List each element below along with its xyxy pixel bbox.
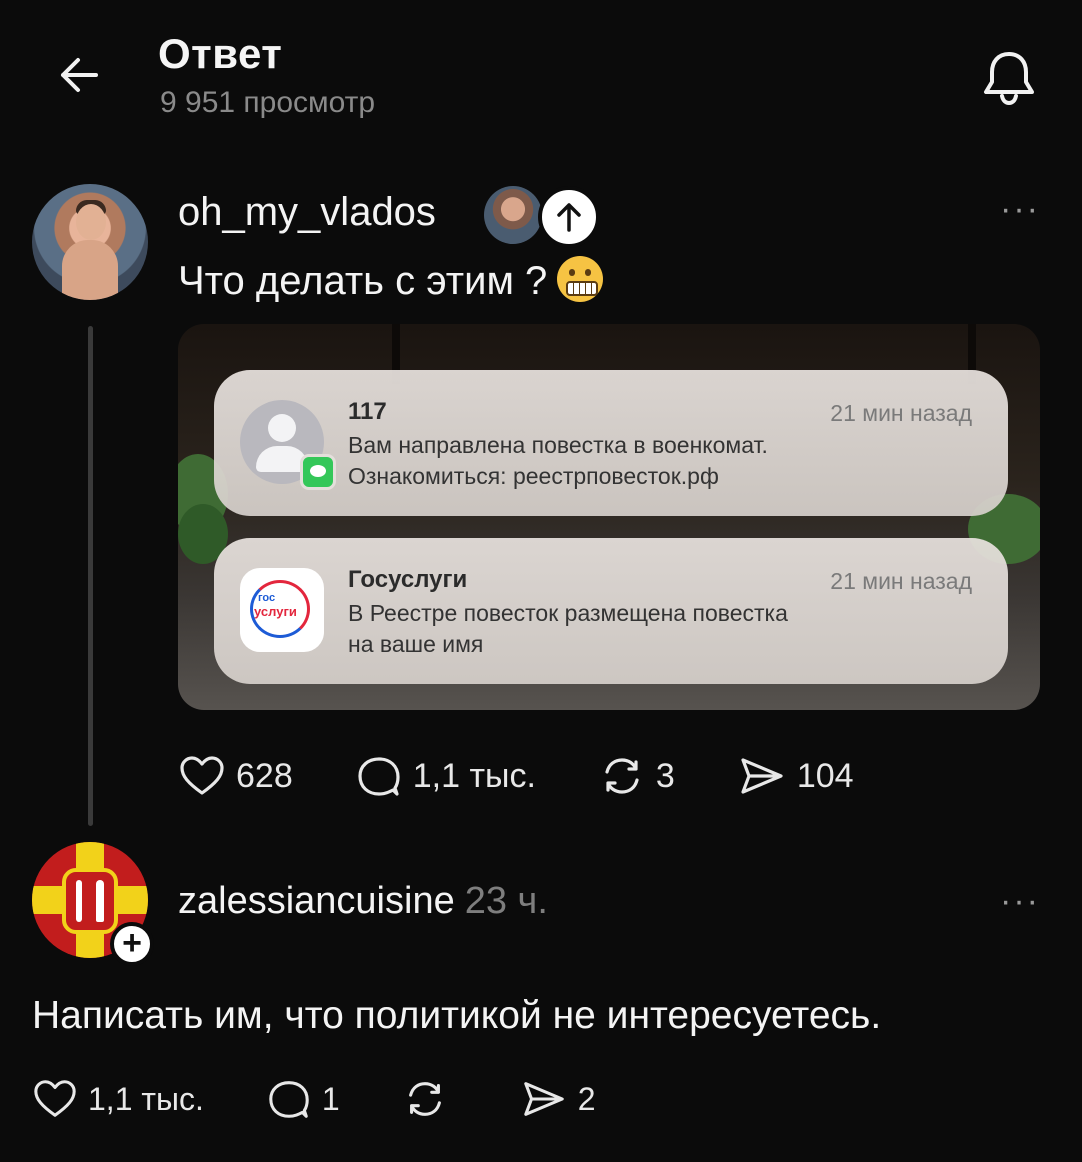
notification-line: Ознакомиться: реестрповесток.рф [348, 463, 719, 489]
like-count: 628 [236, 756, 293, 795]
gosuslugi-icon: гос услуги [240, 568, 324, 652]
reply-comment-count: 1 [321, 1080, 340, 1117]
notification-line: В Реестре повесток размещена повестка [348, 600, 788, 626]
reply-timestamp: 23 ч. [464, 880, 548, 922]
messages-icon [300, 454, 336, 490]
post-image[interactable]: 117 21 мин назад Вам направлена повестка… [178, 324, 1040, 710]
gosuslugi-logo-text: гос [258, 592, 276, 604]
more-options-button[interactable]: ··· [1000, 190, 1040, 229]
view-count: 9 951 просмотр [160, 86, 376, 119]
reply-share-button[interactable]: 2 [520, 1076, 596, 1122]
post-username[interactable]: oh_my_vlados [178, 190, 436, 235]
comment-bubble-icon [358, 757, 400, 796]
notification-line: на ваше имя [348, 631, 484, 657]
post-actions: 628 1,1 тыс. 3 104 [178, 752, 916, 800]
notification-body: Вам направлена повестка в военкомат. Озн… [348, 430, 968, 492]
grimacing-emoji-icon [557, 256, 604, 302]
reply-like-button[interactable]: 1,1 тыс. [32, 1076, 204, 1122]
share-count: 104 [796, 756, 854, 795]
send-icon [741, 758, 783, 794]
heart-icon [180, 756, 224, 795]
reply-more-options-button[interactable]: ··· [1000, 882, 1040, 921]
notification-time: 21 мин назад [830, 568, 972, 594]
reply-repost-button[interactable] [402, 1076, 458, 1122]
reply-text: Написать им, что политикой не интересует… [32, 994, 882, 1037]
comment-bubble-icon [269, 1081, 309, 1118]
bell-icon[interactable] [978, 46, 1040, 108]
reply-username[interactable]: zalessiancuisine [178, 880, 455, 922]
share-button[interactable]: 104 [737, 752, 854, 800]
reply-like-count: 1,1 тыс. [88, 1080, 204, 1117]
repost-button[interactable]: 3 [598, 752, 675, 800]
reply-share-count: 2 [577, 1080, 596, 1117]
heart-icon [34, 1080, 76, 1117]
repost-badge[interactable] [538, 186, 600, 248]
page-title: Ответ [158, 30, 283, 77]
reply-comment-button[interactable]: 1 [266, 1076, 340, 1122]
send-icon [523, 1082, 564, 1116]
thread-line [88, 326, 93, 826]
arrow-up-icon [557, 203, 581, 232]
notification-sender: 117 [348, 398, 387, 425]
notification-card: 117 21 мин назад Вам направлена повестка… [214, 370, 1008, 516]
reply-username-line: zalessiancuisine 23 ч. [178, 880, 548, 923]
follow-plus-button[interactable]: + [110, 922, 154, 966]
gosuslugi-logo-text: услуги [254, 604, 297, 619]
like-button[interactable]: 628 [178, 752, 293, 800]
post-text: Что делать с этим ? [178, 256, 604, 304]
avatar[interactable] [32, 184, 148, 300]
back-arrow-icon[interactable] [54, 50, 104, 100]
repost-count: 3 [655, 756, 675, 795]
notification-sender: Госуслуги [348, 566, 468, 593]
notification-body: В Реестре повесток размещена повестка на… [348, 598, 968, 660]
repost-icon [605, 758, 639, 794]
notification-time: 21 мин назад [830, 400, 972, 426]
repost-icon [408, 1082, 441, 1116]
reply-actions: 1,1 тыс. 1 2 [32, 1076, 658, 1122]
comment-count: 1,1 тыс. [412, 756, 536, 795]
reposter-avatar[interactable] [484, 186, 542, 244]
comment-button[interactable]: 1,1 тыс. [355, 752, 536, 800]
post-text-content: Что делать с этим ? [178, 259, 548, 303]
notification-card: гос услуги Госуслуги 21 мин назад В Реес… [214, 538, 1008, 684]
notification-line: Вам направлена повестка в военкомат. [348, 432, 768, 458]
